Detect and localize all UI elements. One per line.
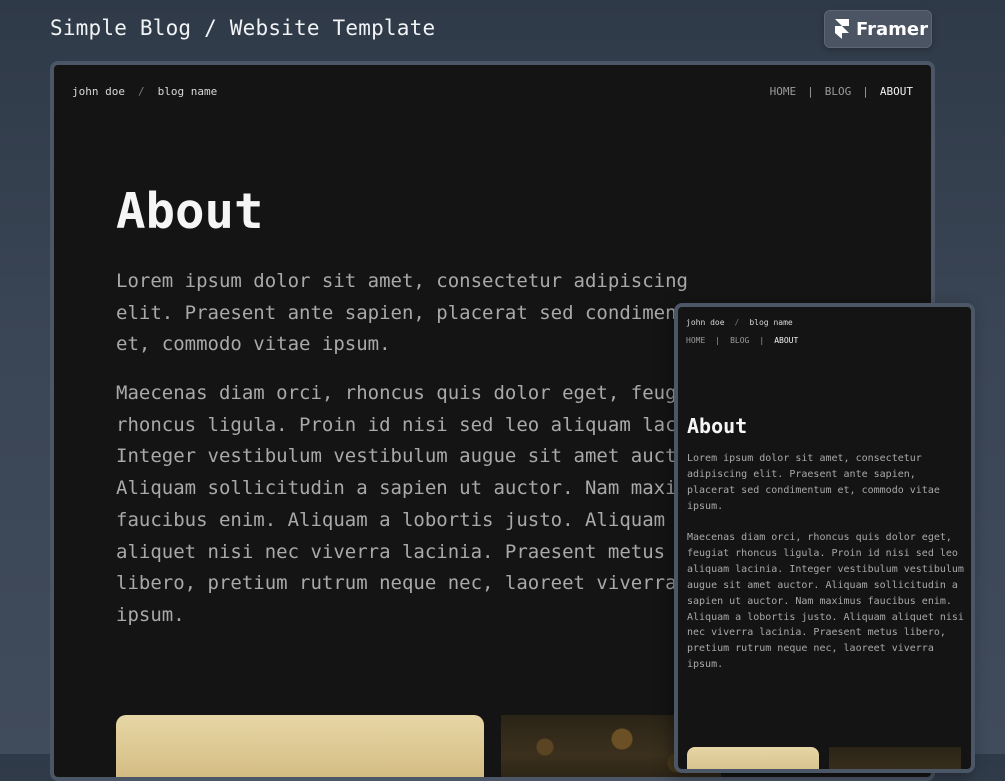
- page-heading: Simple Blog / Website Template: [50, 16, 436, 40]
- mobile-nav-link-about[interactable]: ABOUT: [774, 336, 798, 345]
- mobile-preview: john doe / blog name HOME | BLOG | ABOUT…: [674, 303, 975, 773]
- mobile-nav-link-separator: |: [715, 336, 721, 345]
- about-paragraph-1: Lorem ipsum dolor sit amet, consectetur …: [116, 270, 711, 356]
- mobile-featured-image-autumn: [829, 747, 961, 769]
- mobile-page-title: About: [687, 414, 748, 438]
- framer-logo-icon: [835, 19, 849, 39]
- breadcrumb-separator: /: [137, 84, 145, 98]
- blog-name-link[interactable]: blog name: [158, 85, 218, 98]
- mobile-breadcrumb-separator: /: [734, 318, 740, 327]
- mobile-nav-link-blog[interactable]: BLOG: [730, 336, 749, 345]
- mobile-featured-image-light: [687, 747, 819, 769]
- site-nav: john doe / blog name HOME | BLOG | ABOUT: [72, 83, 913, 99]
- about-paragraph-2: Maecenas diam orci, rhoncus quis dolor e…: [116, 382, 734, 626]
- nav-link-home[interactable]: HOME: [770, 85, 797, 98]
- mobile-about-paragraph-1: Lorem ipsum dolor sit amet, consectetur …: [687, 453, 940, 512]
- author-link[interactable]: john doe: [72, 85, 125, 98]
- featured-image-light: [116, 715, 484, 777]
- nav-link-about[interactable]: ABOUT: [880, 85, 913, 98]
- mobile-blog-name-link[interactable]: blog name: [749, 318, 792, 327]
- mobile-nav-link-home[interactable]: HOME: [686, 336, 705, 345]
- mobile-author-link[interactable]: john doe: [686, 318, 725, 327]
- nav-link-separator: |: [807, 84, 814, 98]
- page-title: About: [116, 183, 264, 240]
- mobile-nav-link-separator: |: [759, 336, 765, 345]
- breadcrumb: john doe / blog name: [72, 85, 217, 98]
- framer-badge-label: Framer: [856, 18, 929, 40]
- mobile-about-paragraph-2: Maecenas diam orci, rhoncus quis dolor e…: [687, 532, 964, 671]
- mobile-nav-links: HOME | BLOG | ABOUT: [686, 336, 798, 345]
- mobile-breadcrumb: john doe / blog name: [686, 318, 793, 327]
- nav-link-separator: |: [862, 84, 869, 98]
- nav-link-blog[interactable]: BLOG: [825, 85, 852, 98]
- framer-badge[interactable]: Framer: [824, 10, 932, 48]
- nav-links: HOME | BLOG | ABOUT: [770, 85, 913, 98]
